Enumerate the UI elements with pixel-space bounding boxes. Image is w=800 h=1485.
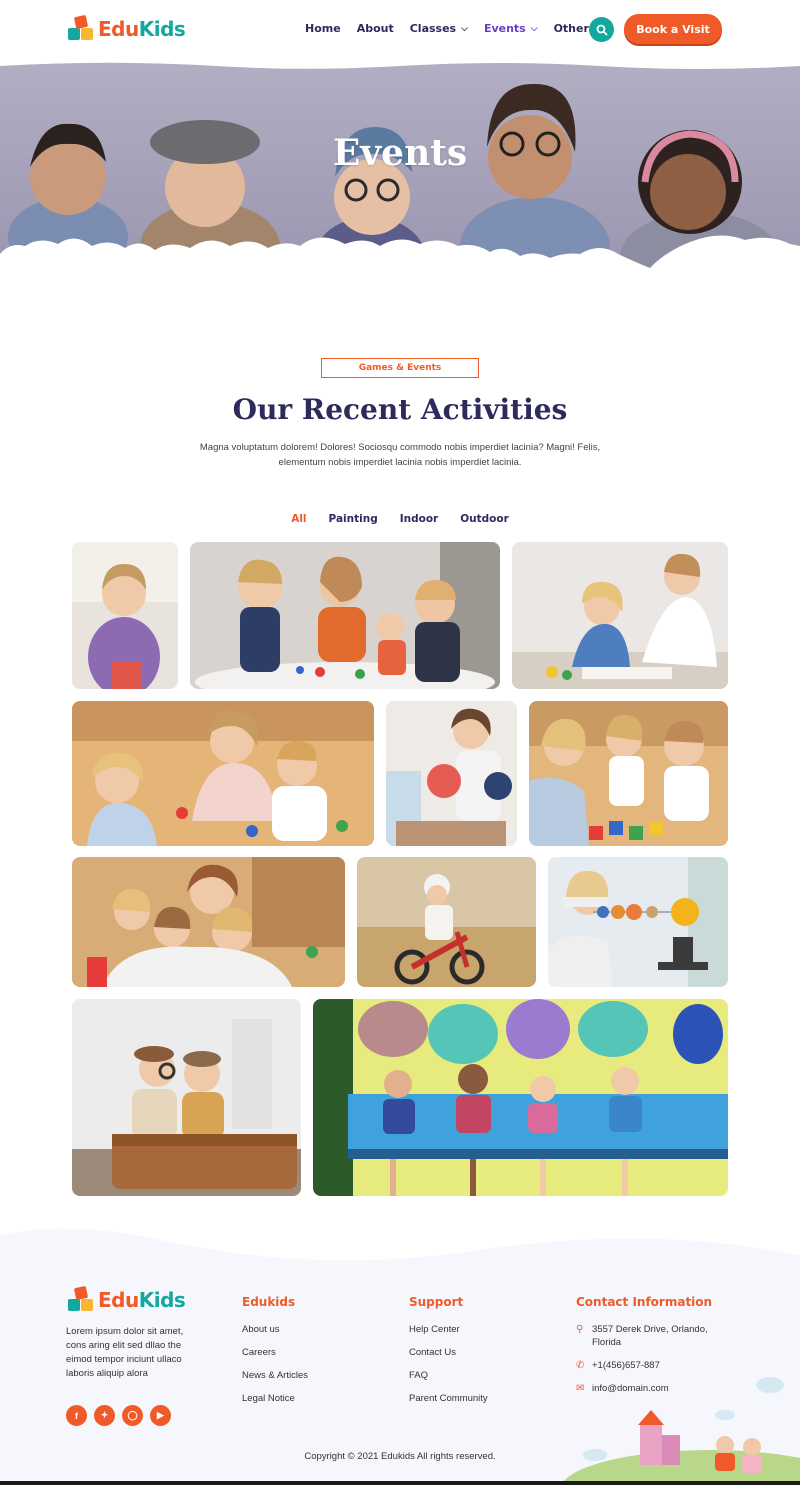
gallery-photo-solar-system[interactable] [548,857,728,987]
section-description: Magna voluptatum dolorem! Dolores! Socio… [199,442,601,468]
footer-link-about[interactable]: About us [242,1323,308,1346]
filter-painting[interactable]: Painting [329,513,378,525]
filter-indoor[interactable]: Indoor [400,513,439,525]
site-footer: EduKids Lorem ipsum dolor sit amet, cons… [0,1205,800,1485]
footer-col-title: Edukids [242,1295,296,1309]
footer-wave-divider [0,1205,800,1261]
search-button[interactable] [589,17,614,42]
chevron-down-icon: ⌵ [530,23,538,34]
hero-top-edge [0,62,800,69]
contact-address: ⚲ 3557 Derek Drive, Orlando, Florida [576,1324,708,1348]
footer-link-help[interactable]: Help Center [409,1323,488,1346]
hero-clouds-divider [0,235,800,302]
instagram-icon[interactable]: ◯ [122,1405,143,1426]
footer-col-edukids: Edukids About us Careers News & Articles… [242,1295,308,1415]
section-tagline: Games & Events [321,358,479,378]
footer-link-careers[interactable]: Careers [242,1346,308,1369]
nav-about[interactable]: About [357,22,394,35]
main-nav: Home About Classes⌵ Events⌵ Other⌵ [305,22,617,35]
map-pin-icon: ⚲ [576,1324,584,1335]
gallery-photo-teacher-toys[interactable] [72,701,374,846]
logo-blocks-icon [68,1285,94,1313]
footer-link-contact[interactable]: Contact Us [409,1346,488,1369]
footer-link-community[interactable]: Parent Community [409,1392,488,1415]
gallery-photo-mother-hugging[interactable] [72,857,345,987]
site-header: EduKids Home About Classes ⌵ Events ⌵ Othe… [0,0,800,62]
footer-logo[interactable]: EduKids [68,1285,186,1313]
footer-link-legal[interactable]: Legal Notice [242,1392,308,1415]
footer-logo-edu: Edu [98,1288,139,1312]
gallery-photo-balance-bike[interactable] [357,857,536,987]
gallery-photo-emotion-cards[interactable] [386,701,517,846]
gallery-photo-painting-girl[interactable] [72,542,178,689]
facebook-icon[interactable]: f [66,1405,87,1426]
footer-col-support: Support Help Center Contact Us FAQ Paren… [409,1295,488,1415]
footer-col-title: Contact Information [576,1295,713,1309]
section-title: Our Recent Activities [232,393,568,426]
footer-link-news[interactable]: News & Articles [242,1369,308,1392]
footer-link-faq[interactable]: FAQ [409,1369,488,1392]
hero-banner: Events [0,62,800,302]
twitter-icon[interactable]: ✦ [94,1405,115,1426]
chevron-down-icon: ⌵ [461,23,468,34]
gallery-photo-building-blocks[interactable] [529,701,728,846]
nav-classes[interactable]: Classes ⌵ [410,22,468,35]
page-bottom-bar [0,1481,800,1485]
logo-text-edu: Edu [98,17,139,41]
logo-text-kids: Kids [138,17,186,41]
nav-events[interactable]: Events ⌵ [484,22,538,35]
nav-home[interactable]: Home [305,22,341,35]
footer-col-title: Support [409,1295,464,1309]
gallery-filters: All Painting Indoor Outdoor [0,513,800,525]
footer-about-text: Lorem ipsum dolor sit amet, cons aring e… [66,1326,184,1379]
gallery-photo-amusement-ride[interactable] [313,999,728,1196]
gallery-photo-explorers-suitcase[interactable] [72,999,301,1196]
filter-all[interactable]: All [291,513,306,525]
logo-blocks-icon [68,14,94,42]
footer-kids-illustration [561,1377,800,1485]
gallery-photo-floor-painting[interactable] [512,542,728,689]
social-links: f ✦ ◯ ▶ [66,1405,178,1426]
book-visit-button[interactable]: Book a Visit [624,14,722,44]
youtube-icon[interactable]: ▶ [150,1405,171,1426]
footer-copyright: Copyright © 2021 Edukids All rights rese… [304,1451,496,1462]
hero-title: Events [332,132,468,174]
filter-outdoor[interactable]: Outdoor [460,513,509,525]
search-icon [596,24,607,35]
footer-logo-kids: Kids [138,1288,186,1312]
gallery-photo-teacher-kids-table[interactable] [190,542,500,689]
logo[interactable]: EduKids [68,14,186,42]
